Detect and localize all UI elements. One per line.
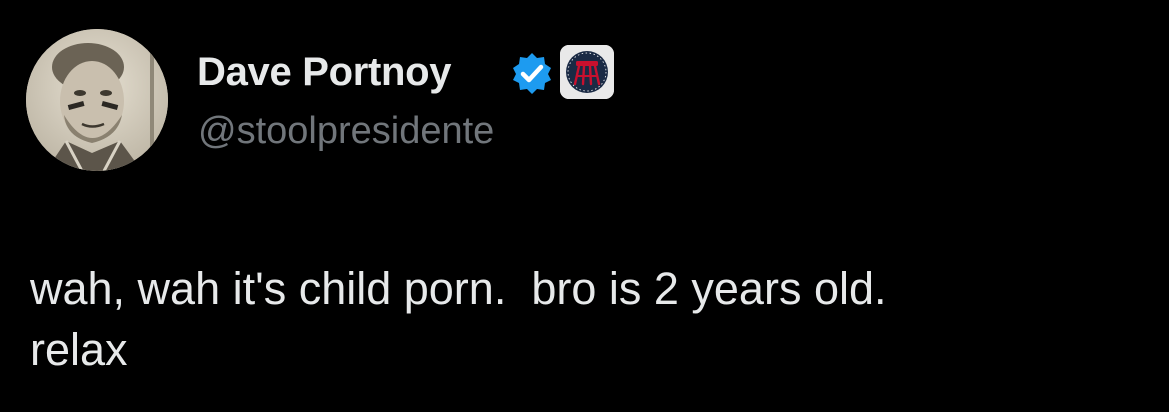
avatar[interactable] xyxy=(26,29,168,171)
display-name[interactable]: Dave Portnoy xyxy=(197,48,452,96)
barstool-logo-icon[interactable] xyxy=(560,45,614,99)
user-handle[interactable]: @stoolpresidente xyxy=(198,108,494,154)
tweet-text: wah, wah it's child porn. bro is 2 years… xyxy=(30,263,887,375)
verified-check-icon xyxy=(510,51,554,95)
tweet: Dave Portnoy @stoolpresidente wah, wah i… xyxy=(0,0,1169,412)
